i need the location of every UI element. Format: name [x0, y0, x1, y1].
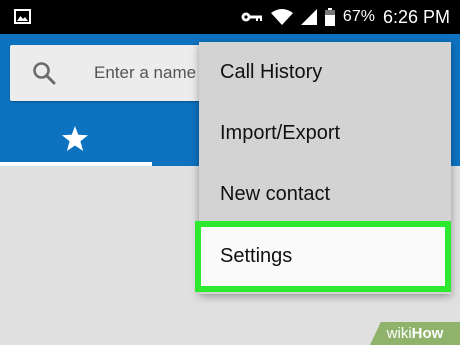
key-icon: [241, 11, 263, 23]
wifi-icon: [270, 9, 293, 25]
menu-item-settings[interactable]: Settings: [195, 221, 451, 292]
menu-item-import-export[interactable]: Import/Export: [199, 103, 451, 164]
status-bar: 67% 6:26 PM: [0, 0, 460, 34]
overflow-menu: Call History Import/Export New contact S…: [195, 42, 451, 294]
battery-percent: 67%: [342, 8, 375, 25]
wikihow-watermark: wikiHow: [370, 322, 460, 345]
menu-item-call-history[interactable]: Call History: [199, 42, 451, 103]
search-box[interactable]: Enter a name: [10, 45, 216, 101]
clock: 6:26 PM: [382, 6, 450, 27]
search-icon[interactable]: [32, 61, 56, 90]
signal-icon: [300, 9, 317, 25]
search-input[interactable]: Enter a name: [94, 63, 196, 83]
watermark-prefix: wiki: [386, 325, 412, 342]
status-icons: 67% 6:26 PM: [241, 0, 450, 34]
star-icon: [62, 126, 88, 155]
tab-indicator: [0, 162, 152, 166]
watermark-suffix: How: [411, 325, 444, 342]
menu-item-new-contact[interactable]: New contact: [199, 164, 451, 225]
image-icon: [14, 9, 31, 24]
tab-favorites[interactable]: [62, 126, 88, 156]
battery-icon: [324, 8, 335, 26]
